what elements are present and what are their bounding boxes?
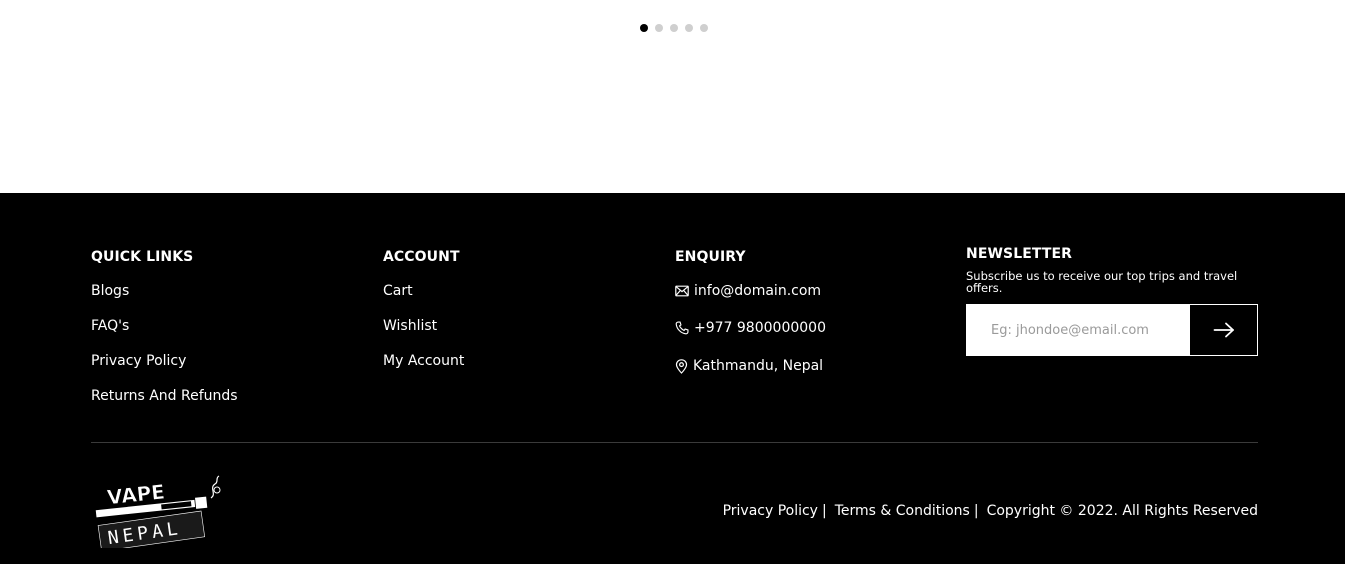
cart-link[interactable]: Cart (383, 283, 413, 299)
envelope-icon (675, 285, 689, 297)
carousel-dot-1[interactable] (640, 24, 648, 32)
enquiry-list: info@domain.com +977 9800000000 Kathmand… (675, 283, 826, 378)
bottom-terms-link[interactable]: Terms & Conditions (835, 503, 970, 519)
phone-link[interactable]: +977 9800000000 (675, 320, 826, 336)
carousel-dot-4[interactable] (685, 24, 693, 32)
newsletter-column: NEWSLETTER Subscribe us to receive our t… (966, 246, 1258, 356)
enquiry-column: ENQUIRY info@domain.com +977 9800000000 … (675, 249, 826, 397)
quick-links-column: QUICK LINKS Blogs FAQ's Privacy Policy R… (91, 249, 238, 423)
email-text: info@domain.com (694, 283, 822, 299)
newsletter-description: Subscribe us to receive our top trips an… (966, 269, 1238, 295)
carousel-pagination (640, 24, 708, 32)
footer-divider (91, 442, 1258, 443)
newsletter-submit-button[interactable] (1190, 305, 1257, 355)
bottom-privacy-policy-link[interactable]: Privacy Policy (723, 503, 818, 519)
wishlist-link[interactable]: Wishlist (383, 318, 437, 334)
carousel-dot-3[interactable] (670, 24, 678, 32)
newsletter-form (966, 304, 1258, 356)
account-column: ACCOUNT Cart Wishlist My Account (383, 249, 464, 388)
newsletter-heading: NEWSLETTER (966, 246, 1073, 262)
phone-text: +977 9800000000 (694, 320, 826, 336)
copyright-text: Copyright © 2022. All Rights Reserved (986, 503, 1258, 519)
carousel-dot-5[interactable] (700, 24, 708, 32)
my-account-link[interactable]: My Account (383, 353, 464, 369)
location-link[interactable]: Kathmandu, Nepal (675, 358, 823, 374)
separator: | (821, 503, 827, 519)
arrow-right-icon (1213, 322, 1235, 338)
carousel-dot-2[interactable] (655, 24, 663, 32)
footer-bottom-links: Privacy Policy | Terms & Conditions | Co… (723, 503, 1258, 519)
separator: | (973, 503, 979, 519)
newsletter-email-input[interactable] (967, 305, 1190, 355)
faqs-link[interactable]: FAQ's (91, 318, 129, 334)
enquiry-heading: ENQUIRY (675, 249, 746, 265)
site-footer: QUICK LINKS Blogs FAQ's Privacy Policy R… (0, 193, 1345, 564)
account-heading: ACCOUNT (383, 249, 460, 265)
phone-icon (675, 321, 689, 335)
returns-refunds-link[interactable]: Returns And Refunds (91, 388, 238, 404)
location-text: Kathmandu, Nepal (693, 358, 824, 374)
account-list: Cart Wishlist My Account (383, 283, 464, 369)
carousel-area (0, 0, 1345, 193)
vape-nepal-logo[interactable]: NEPAL VAPE (91, 474, 225, 552)
quick-links-list: Blogs FAQ's Privacy Policy Returns And R… (91, 283, 238, 404)
blogs-link[interactable]: Blogs (91, 283, 129, 299)
quick-links-heading: QUICK LINKS (91, 249, 194, 265)
email-link[interactable]: info@domain.com (675, 283, 821, 299)
map-pin-icon (675, 358, 688, 374)
privacy-policy-link[interactable]: Privacy Policy (91, 353, 186, 369)
